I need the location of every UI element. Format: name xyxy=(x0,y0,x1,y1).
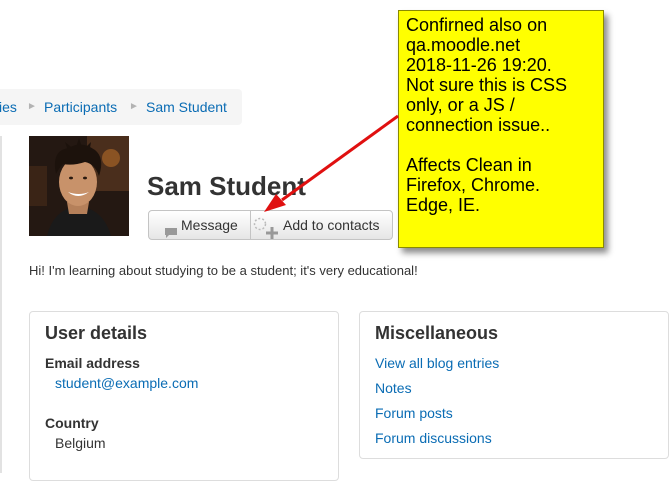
breadcrumb: ies ► Participants ► Sam Student xyxy=(0,89,242,125)
forum-posts-link[interactable]: Forum posts xyxy=(375,404,453,422)
user-details-title: User details xyxy=(45,323,148,343)
view-blog-entries-link[interactable]: View all blog entries xyxy=(375,354,499,372)
message-button-label: Message xyxy=(181,217,238,233)
message-button[interactable]: Message xyxy=(148,210,251,240)
add-to-contacts-button[interactable]: Add to contacts xyxy=(250,210,393,240)
annotation-line: connection issue.. xyxy=(406,115,551,135)
add-to-contacts-label: Add to contacts xyxy=(283,217,380,233)
annotation-line: Firefox, Chrome. xyxy=(406,175,541,195)
breadcrumb-item-current-user[interactable]: Sam Student xyxy=(146,89,227,125)
annotation-line: Not sure this is CSS xyxy=(406,75,568,95)
country-value: Belgium xyxy=(55,435,106,451)
forum-discussions-link[interactable]: Forum discussions xyxy=(375,429,492,447)
annotation-line: qa.moodle.net xyxy=(406,35,521,55)
email-address-label: Email address xyxy=(45,355,140,371)
plus-icon xyxy=(266,220,278,248)
country-label: Country xyxy=(45,415,99,431)
avatar xyxy=(29,136,129,236)
annotation-line: only, or a JS / xyxy=(406,95,515,115)
profile-description: Hi! I'm learning about studying to be a … xyxy=(29,263,418,278)
spinner-icon xyxy=(253,212,267,240)
annotation-callout: Confirned also on qa.moodle.net 2018-11-… xyxy=(398,10,604,248)
sidebar-edge-divider xyxy=(0,136,2,473)
email-address-link[interactable]: student@example.com xyxy=(55,374,198,392)
profile-fullname: Sam Student xyxy=(147,171,306,201)
annotation-line: Affects Clean in xyxy=(406,155,532,175)
annotation-line: 2018-11-26 19:20. xyxy=(406,55,552,75)
annotation-line: Confirned also on xyxy=(406,15,548,35)
user-details-card: User details Email address student@examp… xyxy=(29,311,339,481)
breadcrumb-separator: ► xyxy=(129,101,139,112)
annotation-line-blank xyxy=(406,135,597,155)
breadcrumb-item-participants[interactable]: Participants xyxy=(44,89,117,125)
annotation-line: Edge, IE. xyxy=(406,195,481,215)
breadcrumb-item-courses[interactable]: ies xyxy=(0,89,17,125)
miscellaneous-card: Miscellaneous View all blog entries Note… xyxy=(359,311,669,459)
miscellaneous-title: Miscellaneous xyxy=(375,323,499,343)
speech-bubble-icon xyxy=(164,220,178,248)
notes-link[interactable]: Notes xyxy=(375,379,412,397)
breadcrumb-separator: ► xyxy=(27,101,37,112)
